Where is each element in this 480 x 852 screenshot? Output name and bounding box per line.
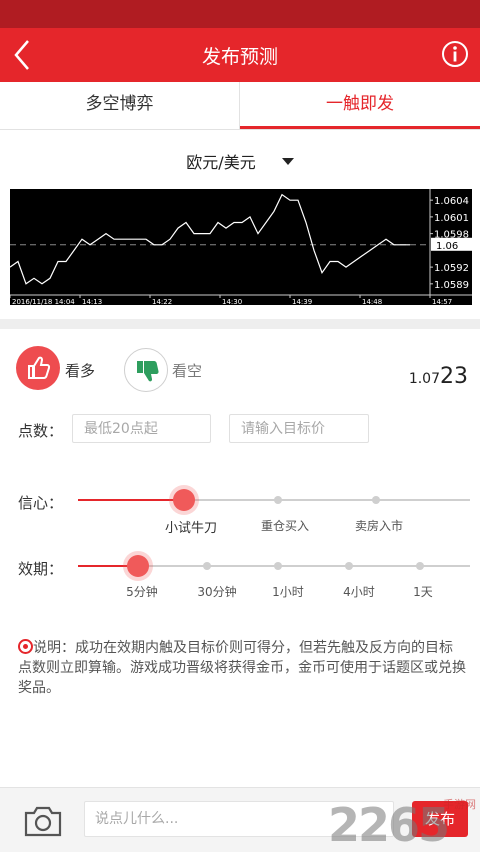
confidence-slider-knob[interactable] — [173, 489, 195, 511]
duration-option: 1天 — [413, 585, 433, 599]
currency-pair-label: 欧元/美元 — [186, 153, 256, 172]
duration-option: 5分钟 — [126, 585, 158, 599]
confidence-stop-2[interactable] — [274, 496, 282, 504]
tab-long-short[interactable]: 多空博弈 — [0, 82, 240, 129]
y-tick-label: 1.0601 — [434, 213, 469, 224]
confidence-stop-3[interactable] — [372, 496, 380, 504]
current-price: 1.0723 — [409, 364, 468, 389]
info-icon[interactable] — [440, 39, 470, 69]
current-value-label: 1.06 — [436, 241, 458, 252]
x-tick-label: 14:48 — [362, 298, 382, 305]
points-label: 点数： — [18, 422, 64, 440]
x-tick-label: 14:30 — [222, 298, 242, 305]
confidence-option: 重仓买入 — [260, 519, 309, 533]
duration-stop-4[interactable] — [345, 562, 353, 570]
duration-slider-knob[interactable] — [127, 555, 149, 577]
duration-option: 30分钟 — [197, 585, 237, 599]
tab-bar: 多空博弈 一触即发 — [0, 82, 480, 130]
x-tick-label: 2016/11/18 14:04 — [12, 298, 75, 305]
title-bar: 发布预测 — [0, 28, 480, 82]
price-chart-svg: 1.06041.06011.05981.05921.05891.062016/1… — [9, 189, 472, 306]
confidence-option: 小试牛刀 — [164, 521, 217, 536]
thumbs-up-icon — [28, 356, 51, 379]
watermark-number: 2265 — [328, 798, 450, 852]
watermark: 2265 手游网 — [328, 792, 480, 852]
status-bar — [0, 0, 480, 28]
confidence-label: 信心： — [18, 494, 64, 512]
dropdown-caret-icon — [281, 158, 294, 165]
currency-pair-select[interactable]: 欧元/美元 — [0, 149, 480, 173]
confidence-option: 卖房入市 — [354, 519, 403, 533]
bull-button[interactable] — [16, 346, 60, 390]
current-price-prefix: 1.07 — [408, 371, 440, 387]
min-points-input[interactable] — [72, 414, 211, 443]
thumbs-down-icon — [137, 361, 159, 382]
current-price-suffix: 23 — [440, 364, 468, 389]
duration-label: 效期： — [18, 560, 64, 578]
page-title: 发布预测 — [201, 46, 278, 68]
rules-note-text: 说明：成功在效期内触及目标价则可得分，但若先触及反方向的目标点数则立即算输。游戏… — [18, 640, 466, 696]
bull-label: 看多 — [65, 362, 96, 380]
price-chart: 1.0604 1.0601 1.0598 1.0592 1.0589 1.06 2016/1… — [9, 189, 472, 306]
confidence-track-fill — [78, 499, 184, 501]
bear-label: 看空 — [172, 362, 203, 380]
duration-stop-2[interactable] — [203, 562, 211, 570]
duration-stop-3[interactable] — [274, 562, 282, 570]
watermark-site: 手游网 — [443, 798, 476, 811]
chart-background — [10, 189, 472, 305]
x-tick-label: 14:39 — [292, 298, 312, 305]
duration-option: 1小时 — [272, 585, 304, 599]
chart-panel: 欧元/美元 1.0604 1.0601 1.0598 1.0592 1.0589 1.06… — [0, 130, 480, 325]
camera-icon[interactable] — [22, 803, 64, 839]
tab-touch-trigger[interactable]: 一触即发 — [240, 82, 480, 129]
target-icon — [18, 639, 33, 654]
y-tick-label: 1.0589 — [434, 280, 469, 291]
x-tick-label: 14:13 — [82, 298, 102, 305]
x-tick-label: 14:57 — [432, 298, 452, 305]
x-tick-label: 14:22 — [152, 298, 172, 305]
section-divider — [0, 319, 480, 329]
target-price-input[interactable] — [229, 414, 369, 443]
duration-stop-5[interactable] — [416, 562, 424, 570]
bear-button[interactable] — [124, 348, 168, 392]
y-tick-label: 1.0592 — [434, 263, 469, 274]
y-tick-label: 1.0604 — [434, 196, 469, 207]
rules-note: 说明：成功在效期内触及目标价则可得分，但若先触及反方向的目标点数则立即算输。游戏… — [18, 638, 466, 698]
